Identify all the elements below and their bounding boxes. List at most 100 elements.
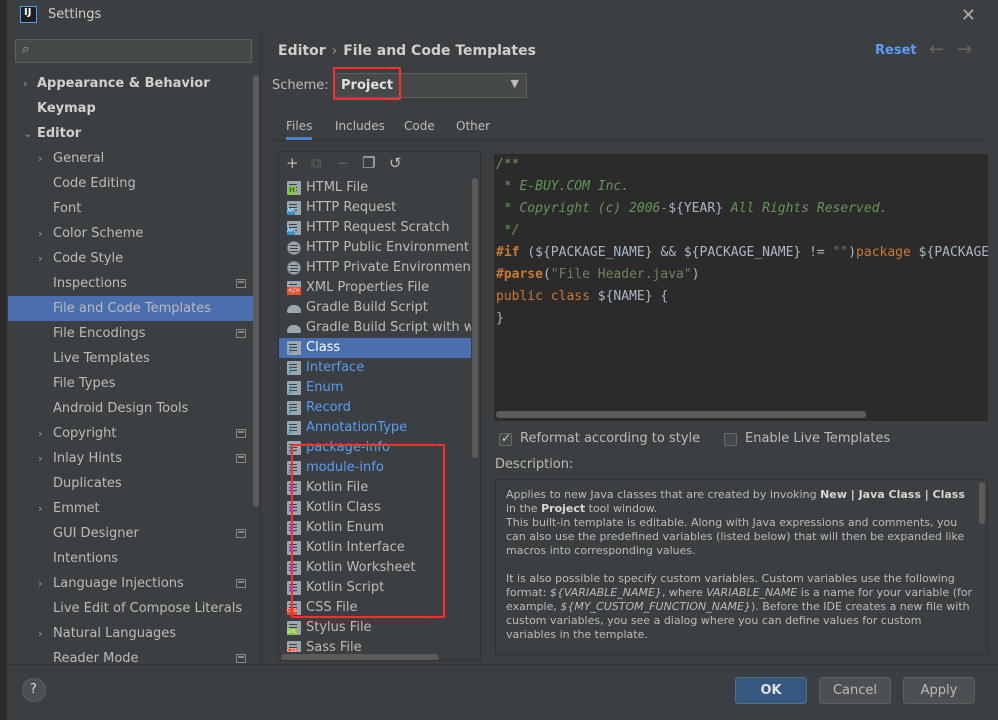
copy-icon: ⧉ xyxy=(311,154,322,172)
sidebar-item-code-style[interactable]: › Code Style xyxy=(8,246,254,271)
duplicate-icon[interactable]: ❐ xyxy=(362,154,375,172)
sidebar-item-language-injections[interactable]: › Language Injections xyxy=(8,571,254,596)
ok-button[interactable]: OK xyxy=(735,677,807,704)
list-item[interactable]: HTTP Request xyxy=(279,198,471,218)
breadcrumb-editor[interactable]: Editor xyxy=(278,43,326,59)
list-item[interactable]: Stylus File xyxy=(279,618,471,638)
search-input[interactable]: ⌕ xyxy=(15,39,252,63)
sidebar-item-intentions[interactable]: Intentions xyxy=(8,546,254,571)
sidebar-item-copyright[interactable]: › Copyright xyxy=(8,421,254,446)
main-panel: Editor › File and Code Templates Reset ← →… xyxy=(261,30,998,664)
project-scope-icon xyxy=(236,529,246,538)
tab-files[interactable]: Files xyxy=(286,119,313,140)
list-item[interactable]: XML Properties File xyxy=(279,278,471,298)
title-bar: IJ Settings ✕ xyxy=(8,0,998,30)
add-icon[interactable]: + xyxy=(286,154,299,172)
sidebar-item-general[interactable]: › General xyxy=(8,146,254,171)
list-item[interactable]: HTTP Private Environment File xyxy=(279,258,471,278)
template-name: HTML File xyxy=(306,180,369,195)
chevron-right-icon[interactable]: › xyxy=(23,71,27,96)
search-icon: ⌕ xyxy=(22,42,30,57)
list-item[interactable]: Enum xyxy=(279,378,471,398)
sidebar-item-color-scheme[interactable]: › Color Scheme xyxy=(8,221,254,246)
list-item[interactable]: Sass File xyxy=(279,638,471,652)
template-code-editor[interactable]: /** * E-BUY.COM Inc. * Copyright (c) 200… xyxy=(494,154,988,421)
sidebar-item-natural-languages[interactable]: › Natural Languages xyxy=(8,621,254,646)
sidebar-item-label: File and Code Templates xyxy=(53,301,211,316)
code-line: */ xyxy=(496,223,520,238)
sidebar-item-label: Emmet xyxy=(53,501,100,516)
list-item[interactable]: Class xyxy=(279,338,471,358)
sidebar-item-appearance-behavior[interactable]: › Appearance & Behavior xyxy=(8,71,254,96)
sidebar-item-file-and-code-templates[interactable]: File and Code Templates xyxy=(8,296,254,321)
reformat-checkbox[interactable] xyxy=(499,431,512,446)
list-item[interactable]: HTTP Request Scratch xyxy=(279,218,471,238)
chevron-down-icon[interactable]: ⌄ xyxy=(23,121,32,146)
sidebar-item-label: Live Templates xyxy=(53,351,150,366)
sidebar-item-label: GUI Designer xyxy=(53,526,139,541)
help-button[interactable]: ? xyxy=(22,678,46,702)
sidebar-scrollbar[interactable] xyxy=(253,75,259,507)
reformat-label[interactable]: Reformat according to style xyxy=(520,431,700,446)
settings-dialog: IJ Settings ✕ ⌕ › Appearance & Behavior Ke… xyxy=(8,0,998,720)
sidebar-item-duplicates[interactable]: Duplicates xyxy=(8,471,254,496)
close-icon[interactable]: ✕ xyxy=(961,5,976,26)
tab-code[interactable]: Code xyxy=(404,119,435,133)
template-list-scrollbar[interactable] xyxy=(472,178,478,458)
editor-hscrollbar[interactable] xyxy=(496,411,866,418)
file-template-icon xyxy=(287,401,301,415)
chevron-right-icon[interactable]: › xyxy=(38,246,42,271)
sidebar-item-label: Code Style xyxy=(53,251,124,266)
sidebar-item-label: Color Scheme xyxy=(53,226,144,241)
chevron-right-icon[interactable]: › xyxy=(38,496,42,521)
sidebar-item-android-design-tools[interactable]: Android Design Tools xyxy=(8,396,254,421)
file-template-icon xyxy=(287,261,301,275)
sidebar-item-code-editing[interactable]: Code Editing xyxy=(8,171,254,196)
sidebar-item-inlay-hints[interactable]: › Inlay Hints xyxy=(8,446,254,471)
sidebar-item-live-templates[interactable]: Live Templates xyxy=(8,346,254,371)
chevron-right-icon[interactable]: › xyxy=(38,221,42,246)
sidebar-item-file-encodings[interactable]: File Encodings xyxy=(8,321,254,346)
list-item[interactable]: Gradle Build Script with wrapper xyxy=(279,318,471,338)
file-template-icon xyxy=(287,341,301,355)
chevron-right-icon[interactable]: › xyxy=(38,421,42,446)
sidebar-item-inspections[interactable]: Inspections xyxy=(8,271,254,296)
sidebar-item-emmet[interactable]: › Emmet xyxy=(8,496,254,521)
apply-button[interactable]: Apply xyxy=(903,677,975,704)
template-name: Gradle Build Script with wrapper xyxy=(306,320,471,335)
live-templates-checkbox[interactable] xyxy=(724,433,737,446)
description-scrollbar[interactable] xyxy=(979,482,985,524)
forward-arrow-icon[interactable]: → xyxy=(957,39,972,60)
sidebar-item-keymap[interactable]: Keymap xyxy=(8,96,254,121)
sidebar-item-file-types[interactable]: File Types xyxy=(8,371,254,396)
code-line: * E-BUY.COM Inc. xyxy=(496,179,630,194)
tab-other[interactable]: Other xyxy=(456,119,490,133)
chevron-right-icon[interactable]: › xyxy=(38,446,42,471)
chevron-right-icon[interactable]: › xyxy=(38,621,42,646)
template-name: HTTP Private Environment File xyxy=(306,260,471,275)
revert-icon[interactable]: ↺ xyxy=(389,154,402,172)
sidebar-item-live-edit-of-compose-literals[interactable]: Live Edit of Compose Literals xyxy=(8,596,254,621)
tab-includes[interactable]: Includes xyxy=(335,119,385,133)
chevron-right-icon[interactable]: › xyxy=(38,571,42,596)
sidebar-item-font[interactable]: Font xyxy=(8,196,254,221)
sidebar-item-label: Natural Languages xyxy=(53,626,177,641)
list-item[interactable]: Record xyxy=(279,398,471,418)
list-item[interactable]: Gradle Build Script xyxy=(279,298,471,318)
template-list-hscrollbar[interactable] xyxy=(281,654,439,660)
sidebar-item-editor[interactable]: ⌄ Editor xyxy=(8,121,254,146)
list-item[interactable]: HTML File xyxy=(279,178,471,198)
template-name: Stylus File xyxy=(306,620,372,635)
reset-link[interactable]: Reset xyxy=(875,43,917,58)
project-scope-icon xyxy=(236,429,246,438)
file-template-icon xyxy=(287,301,301,315)
list-item[interactable]: HTTP Public Environment File xyxy=(279,238,471,258)
sidebar-item-gui-designer[interactable]: GUI Designer xyxy=(8,521,254,546)
live-templates-label[interactable]: Enable Live Templates xyxy=(745,431,890,446)
list-item[interactable]: Interface xyxy=(279,358,471,378)
cancel-button[interactable]: Cancel xyxy=(819,677,891,704)
file-template-icon xyxy=(287,361,301,375)
chevron-right-icon[interactable]: › xyxy=(38,146,42,171)
back-arrow-icon[interactable]: ← xyxy=(929,39,944,60)
list-item[interactable]: AnnotationType xyxy=(279,418,471,438)
